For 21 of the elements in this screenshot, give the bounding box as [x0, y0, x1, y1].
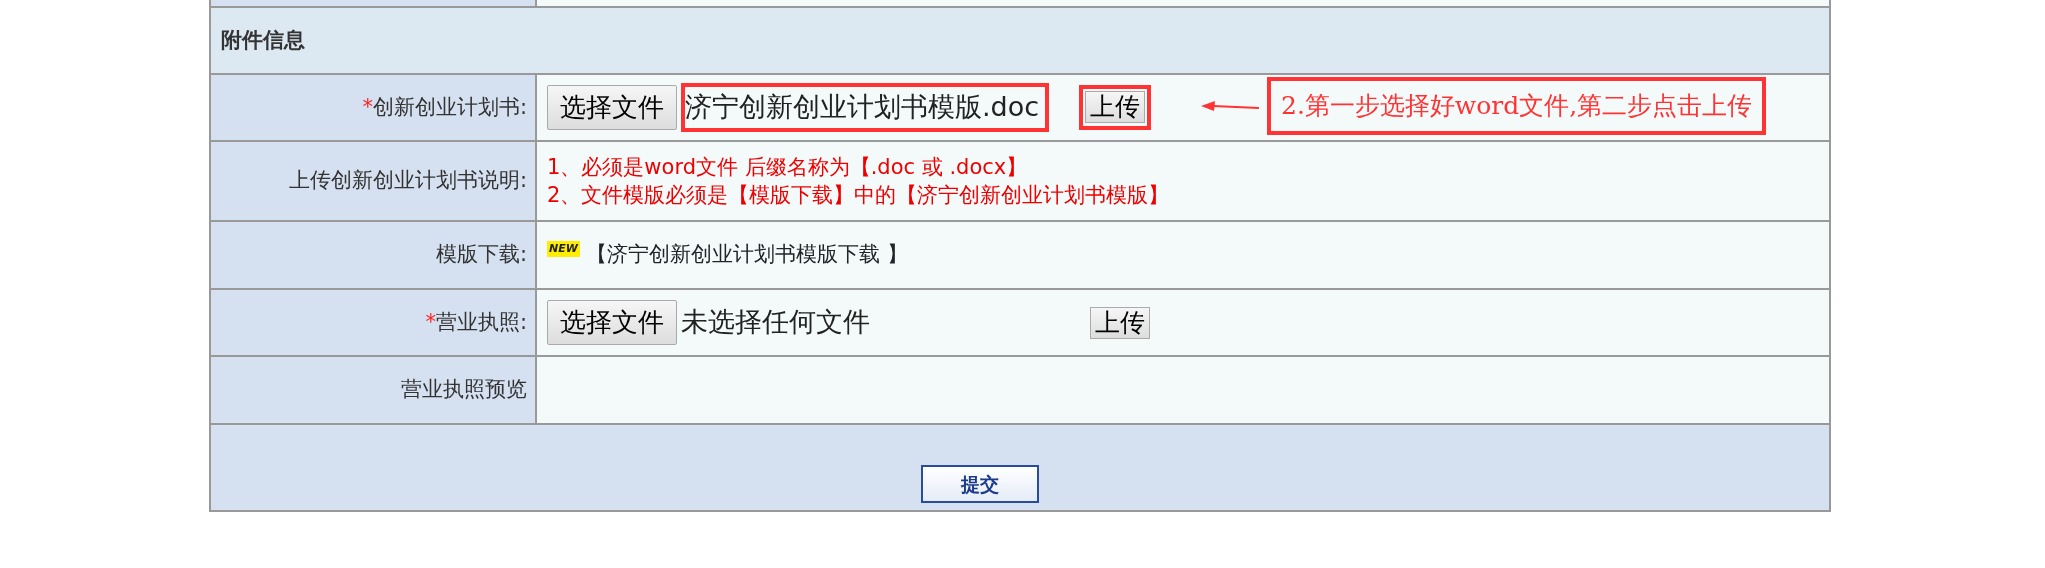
required-mark: * — [425, 308, 436, 336]
arrow-icon — [1201, 100, 1259, 114]
note-line: 1、必须是word文件 后缀名称为【.doc 或 .docx】 — [547, 153, 1029, 181]
field-label: 营业执照: — [435, 308, 527, 336]
upload-button[interactable]: 上传 — [1085, 90, 1146, 123]
field-label: 创新创业计划书: — [372, 93, 527, 121]
upload-button[interactable]: 上传 — [1090, 306, 1150, 339]
choose-file-button[interactable]: 选择文件 — [547, 300, 677, 345]
section-title: 附件信息 — [211, 8, 1829, 75]
choose-file-button[interactable]: 选择文件 — [547, 85, 677, 130]
template-download-link[interactable]: 【济宁创新创业计划书模版下载 】 — [585, 239, 908, 271]
field-label: 模版下载: — [435, 241, 527, 269]
required-mark: * — [362, 93, 373, 121]
submit-button[interactable]: 提交 — [921, 465, 1039, 503]
annotation-callout: 2.第一步选择好word文件,第二步点击上传 — [1267, 77, 1767, 135]
file-name: 济宁创新创业计划书模版.doc — [681, 83, 1050, 132]
field-label: 营业执照预览 — [401, 376, 527, 404]
field-label: 上传创新创业计划书说明: — [288, 167, 527, 195]
new-badge: NEW — [547, 240, 580, 258]
file-name: 未选择任何文件 — [681, 305, 870, 340]
note-line: 2、文件模版必须是【模版下载】中的【济宁创新创业计划书模版】 — [547, 182, 1170, 209]
